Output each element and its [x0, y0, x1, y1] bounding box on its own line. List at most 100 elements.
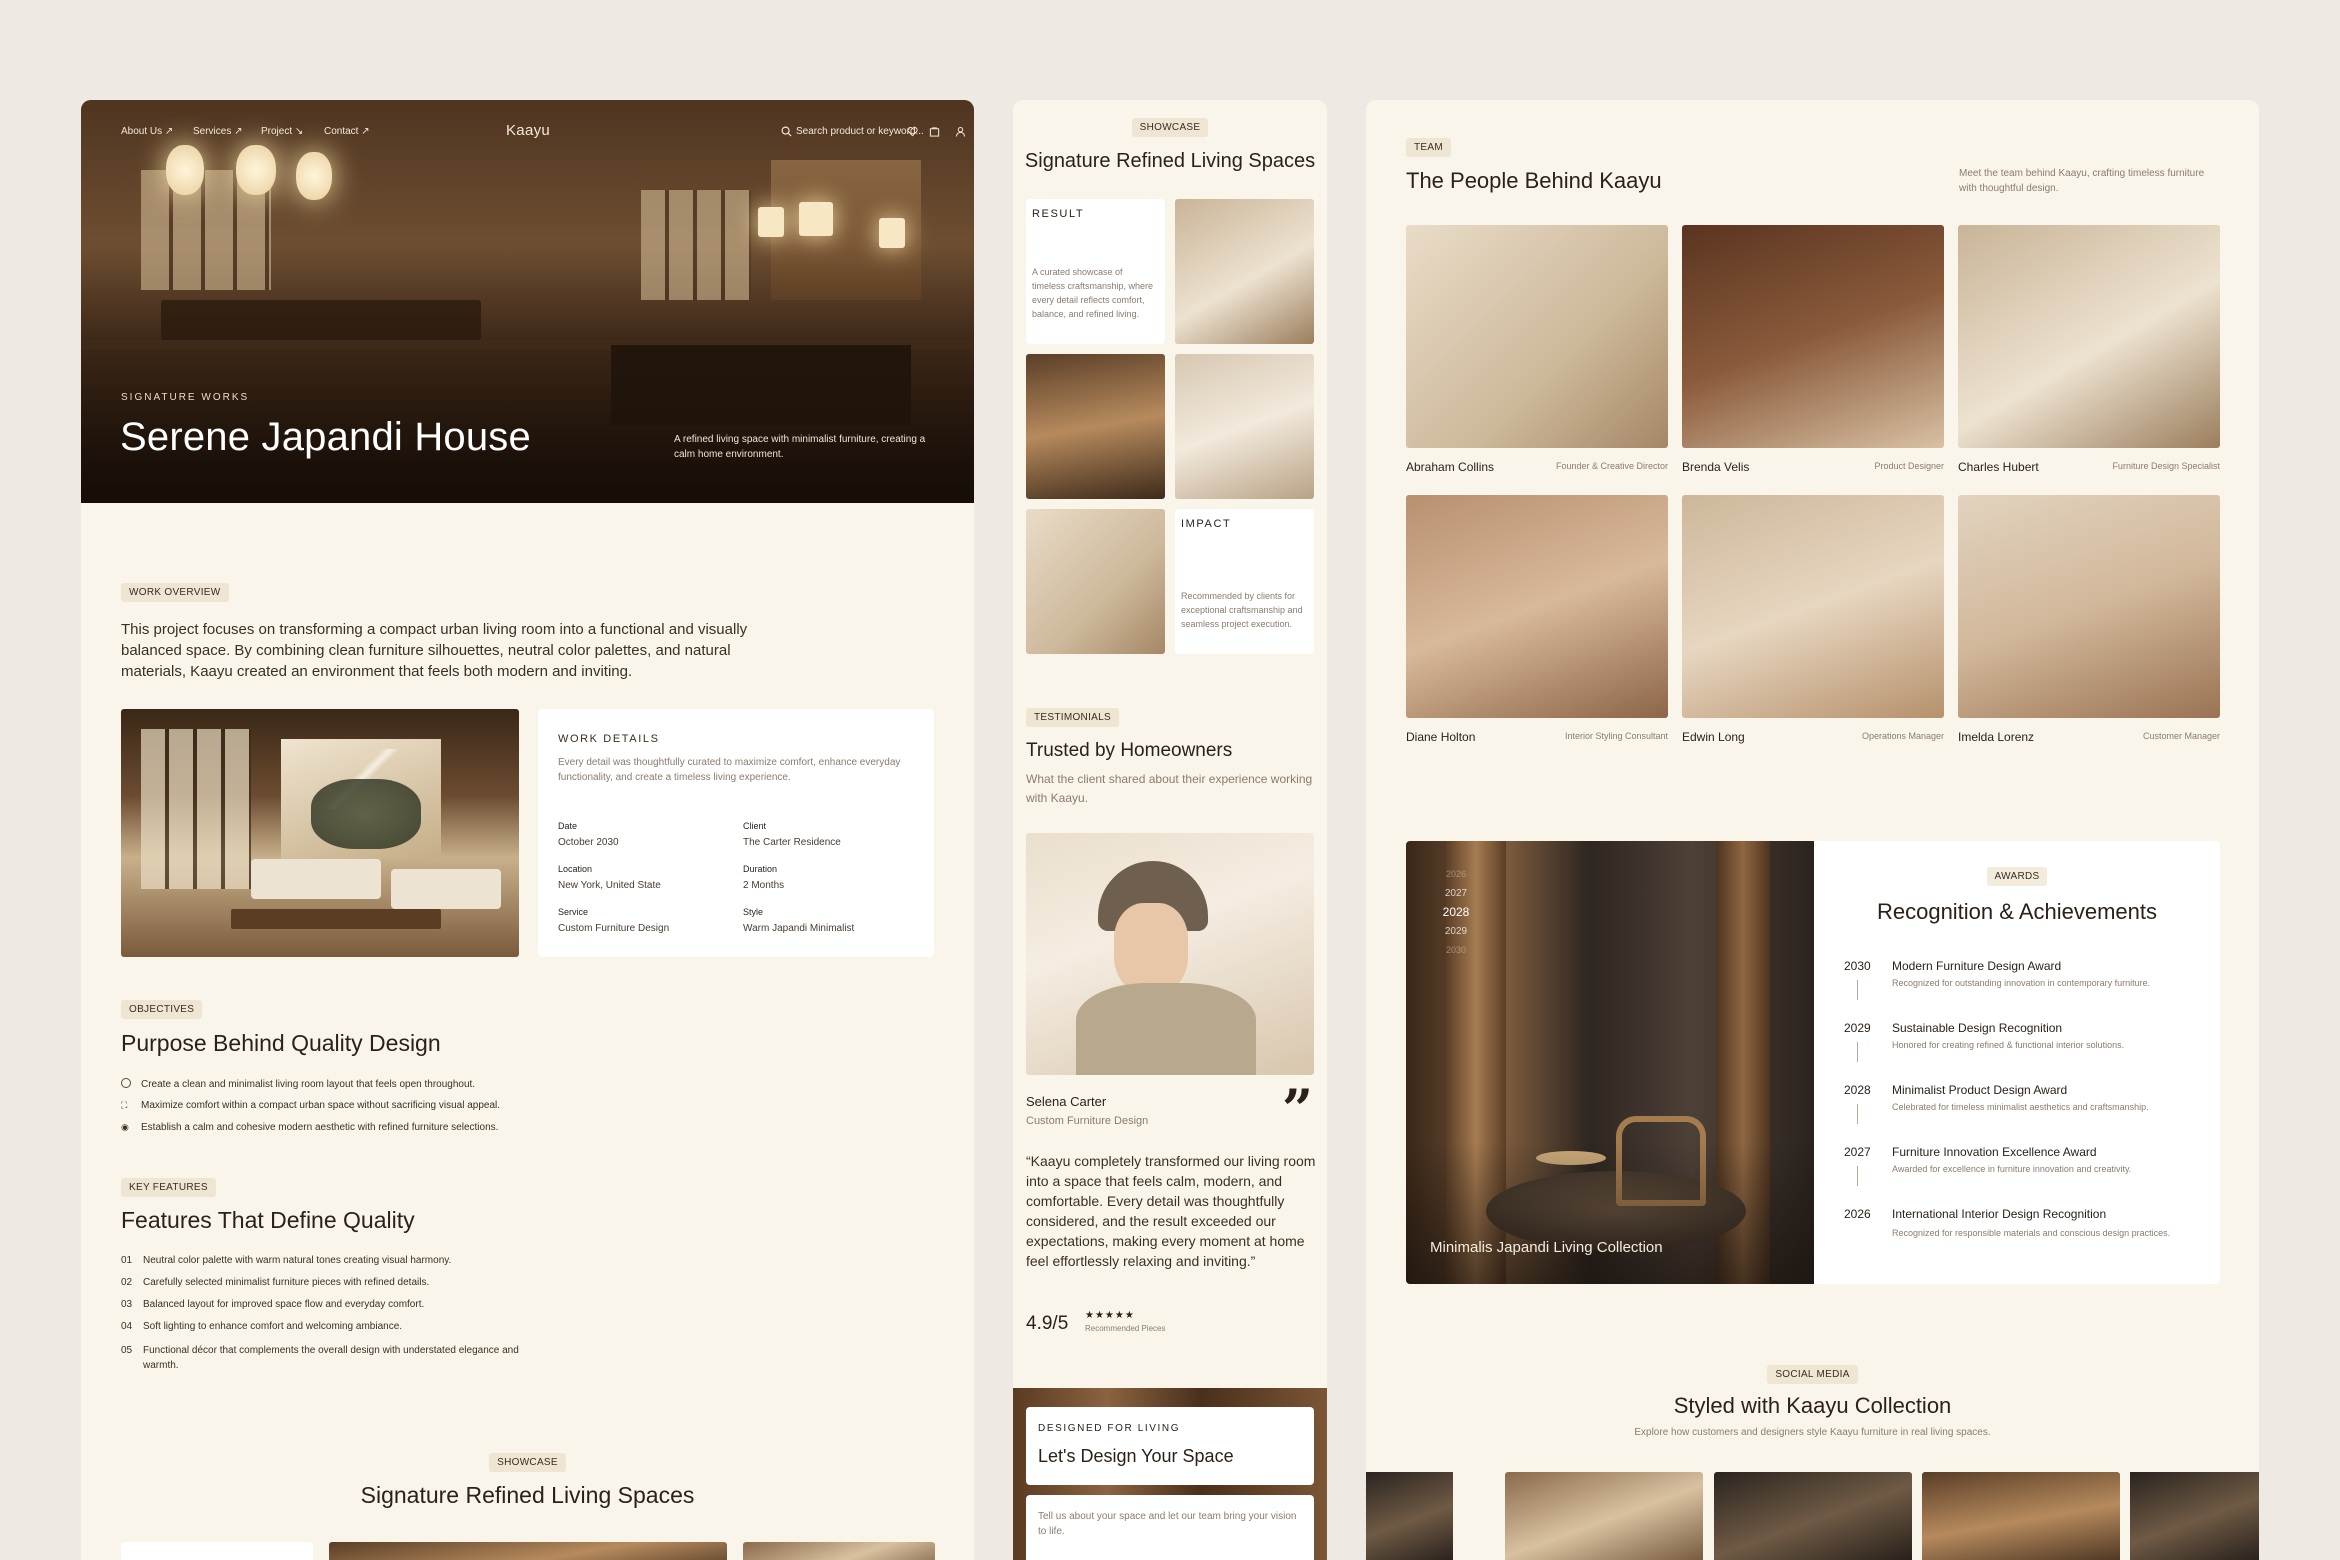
objective-item: ⛶ Maximize comfort within a compact urban…: [121, 1100, 501, 1111]
cta-section: DESIGNED FOR LIVING Let's Design Your Sp…: [1013, 1388, 1327, 1560]
feature-item: 01 Neutral color palette with warm natura…: [121, 1255, 452, 1266]
awards-title: Recognition & Achievements: [1876, 899, 2158, 924]
social-image[interactable]: [1505, 1472, 1703, 1560]
features-chip: KEY FEATURES: [121, 1178, 216, 1197]
social-image[interactable]: [1922, 1472, 2120, 1560]
rating-stars: ★★★★★: [1085, 1310, 1135, 1321]
work-details-title: WORK DETAILS: [558, 733, 660, 745]
detail-style-value: Warm Japandi Minimalist: [743, 923, 855, 934]
feature-item: 03 Balanced layout for improved space flo…: [121, 1299, 425, 1310]
showcase-image: [743, 1542, 935, 1560]
team-subtitle: Meet the team behind Kaayu, crafting tim…: [1959, 168, 2205, 194]
team-photo: [1682, 495, 1944, 718]
objectives-list: Create a clean and minimalist living roo…: [121, 1078, 500, 1144]
client-name: Selena Carter: [1026, 1094, 1107, 1109]
showcase-chip: SHOWCASE: [489, 1453, 566, 1472]
search-icon[interactable]: [781, 126, 792, 137]
impact-title: IMPACT: [1181, 518, 1232, 530]
social-image[interactable]: [1714, 1472, 1912, 1560]
detail-service-label: Service: [558, 907, 589, 917]
about-panel: TEAM The People Behind Kaayu Meet the te…: [1366, 100, 2259, 1560]
showcase-title: Signature Refined Living Spaces: [360, 1482, 695, 1508]
eye-icon: ◉: [121, 1122, 129, 1132]
awards-chip: AWARDS: [1986, 867, 2048, 886]
showcase-card: [121, 1542, 313, 1560]
detail-duration-label: Duration: [743, 864, 778, 874]
detail-client-label: Client: [743, 821, 767, 831]
search-input[interactable]: Search product or keyword...: [796, 126, 924, 137]
globe-icon: [121, 1078, 131, 1088]
team-chip: TEAM: [1406, 138, 1451, 157]
testimonials-title: Trusted by Homeowners: [1026, 740, 1233, 761]
showcase-image: [329, 1542, 727, 1560]
cart-icon[interactable]: [929, 126, 940, 137]
detail-date-label: Date: [558, 821, 578, 831]
social-image[interactable]: [1366, 1472, 1453, 1560]
impact-text: Recommended by clients for exceptional c…: [1181, 591, 1303, 629]
showcase-title: Signature Refined Living Spaces: [1024, 150, 1316, 172]
showcase-chip: SHOWCASE: [1131, 118, 1209, 137]
team-photo: [1958, 225, 2220, 448]
showcase-image-sofa: [1175, 199, 1314, 344]
hero-image: About Us ↗ Services ↗ Project ↘ Contact …: [81, 100, 974, 503]
client-photo: [1026, 833, 1314, 1075]
feature-item: 05 Functional décor that complements the …: [121, 1345, 519, 1371]
objectives-title: Purpose Behind Quality Design: [121, 1030, 441, 1056]
rail-year: 2028: [1442, 905, 1470, 919]
brand-logo[interactable]: Kaayu: [506, 122, 550, 139]
team-title: The People Behind Kaayu: [1406, 168, 1662, 193]
heart-icon[interactable]: [907, 126, 918, 137]
living-room-image: [121, 709, 519, 957]
overview-chip: WORK OVERVIEW: [121, 583, 229, 602]
client-role: Custom Furniture Design: [1026, 1115, 1149, 1127]
hero-eyebrow: SIGNATURE WORKS: [121, 392, 250, 403]
member-role: Product Designer: [1874, 461, 1944, 471]
social-image[interactable]: [2130, 1472, 2259, 1560]
impact-card: IMPACT Recommended by clients for except…: [1175, 509, 1314, 654]
cta-text: Tell us about your space and let our tea…: [1038, 1511, 1297, 1537]
detail-location-label: Location: [558, 864, 593, 874]
top-nav: About Us ↗ Services ↗ Project ↘ Contact …: [121, 122, 966, 146]
detail-style-label: Style: [743, 907, 764, 917]
cta-eyebrow: DESIGNED FOR LIVING: [1038, 1423, 1181, 1434]
awards-image-caption: Minimalis Japandi Living Collection: [1430, 1239, 1663, 1256]
social-subtitle: Explore how customers and designers styl…: [1634, 1427, 1991, 1438]
detail-client-value: The Carter Residence: [743, 837, 841, 848]
result-title: RESULT: [1032, 208, 1085, 220]
work-details-card: WORK DETAILS Every detail was thoughtful…: [538, 709, 934, 957]
member-role: Interior Styling Consultant: [1564, 731, 1668, 741]
objectives-chip: OBJECTIVES: [121, 1000, 203, 1019]
social-title: Styled with Kaayu Collection: [1673, 1393, 1952, 1418]
features-list: 01 Neutral color palette with warm natura…: [121, 1255, 541, 1373]
showcase-image-bedroom: [1175, 354, 1314, 499]
user-icon[interactable]: [955, 126, 966, 137]
nav-about-us[interactable]: About Us ↗: [121, 126, 173, 137]
work-details-desc: Every detail was thoughtfully curated to…: [558, 757, 901, 783]
overview-text: This project focuses on transforming a c…: [121, 621, 748, 680]
testimonial-quote: “Kaayu completely transformed our living…: [1026, 1153, 1316, 1269]
features-title: Features That Define Quality: [121, 1207, 415, 1233]
cta-title: Let's Design Your Space: [1038, 1446, 1234, 1466]
nav-project[interactable]: Project ↘: [261, 126, 303, 137]
member-role: Customer Manager: [2142, 731, 2220, 741]
member-role: Founder & Creative Director: [1555, 461, 1668, 471]
nav-services[interactable]: Services ↗: [193, 126, 243, 137]
detail-service-value: Custom Furniture Design: [558, 923, 670, 934]
detail-date-value: October 2030: [558, 837, 619, 848]
nav-contact[interactable]: Contact ↗: [324, 126, 370, 137]
result-text: A curated showcase of timeless craftsman…: [1032, 267, 1154, 319]
showcase-image-lounge: [1026, 509, 1165, 654]
team-photo: [1682, 225, 1944, 448]
expand-icon: ⛶: [121, 1100, 128, 1110]
member-role: Operations Manager: [1861, 731, 1944, 741]
rail-year: 2026: [1445, 869, 1467, 879]
hero-caption: A refined living space with minimalist f…: [674, 434, 926, 460]
feature-item: 02 Carefully selected minimalist furnitur…: [121, 1277, 430, 1288]
detail-location-value: New York, United State: [558, 880, 661, 891]
awards-year-rail: 2026 2027 2028 2029 2030: [1441, 865, 1471, 960]
rail-year: 2030: [1445, 945, 1467, 955]
feature-item: 04 Soft lighting to enhance comfort and w…: [121, 1321, 403, 1332]
rail-year: 2027: [1444, 888, 1468, 899]
member-role: Furniture Design Specialist: [2112, 461, 2220, 471]
objective-item: ◉ Establish a calm and cohesive modern ae…: [121, 1122, 499, 1133]
